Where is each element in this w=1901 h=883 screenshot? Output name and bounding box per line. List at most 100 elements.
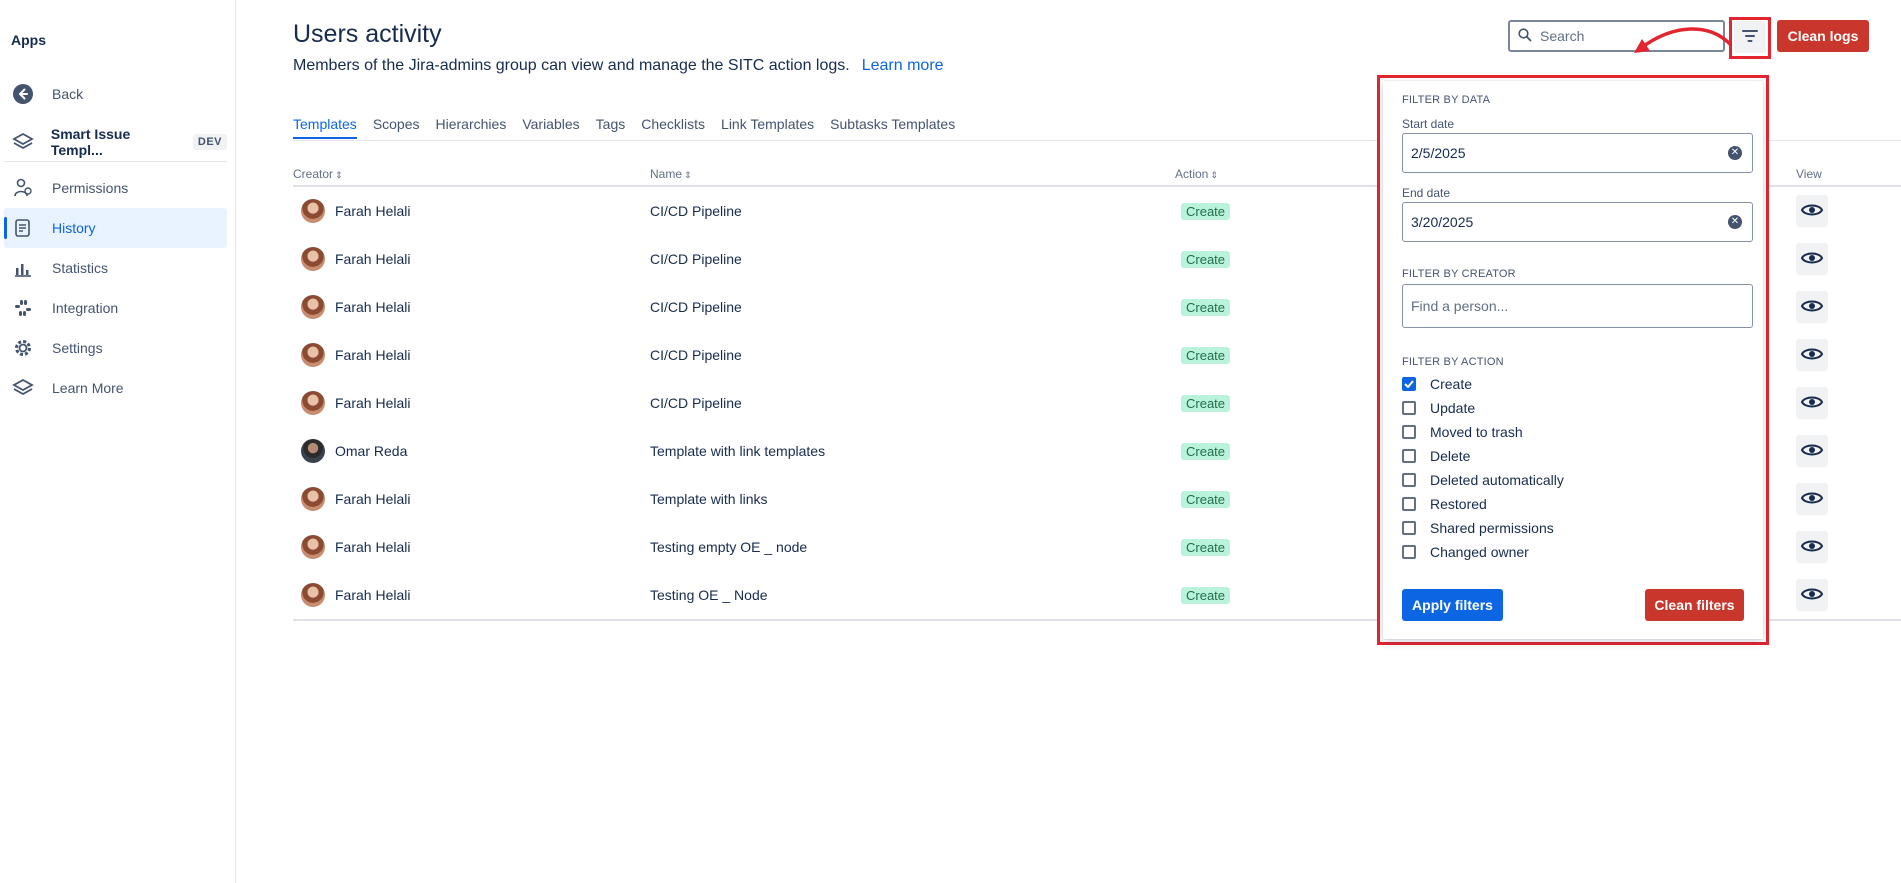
creator-cell: Farah Helali [301, 283, 410, 331]
tab-subtasks-templates[interactable]: Subtasks Templates [830, 116, 955, 138]
name-cell: CI/CD Pipeline [650, 395, 742, 411]
gear-icon [12, 336, 42, 360]
creator-cell: Farah Helali [301, 523, 410, 571]
clear-start-date-icon[interactable]: ✕ [1728, 146, 1742, 160]
action-filter-option[interactable]: Delete [1402, 446, 1470, 466]
creator-name: Farah Helali [335, 203, 411, 219]
action-filter-option[interactable]: Deleted automatically [1402, 470, 1564, 490]
creator-name: Farah Helali [335, 251, 411, 267]
learn-more-link[interactable]: Learn more [862, 57, 944, 74]
column-header-action[interactable]: Action ⇕ [1175, 167, 1218, 181]
permissions-icon [12, 176, 42, 200]
avatar [301, 343, 325, 367]
checkbox-label: Shared permissions [1430, 520, 1554, 536]
checkbox[interactable] [1402, 545, 1416, 559]
action-filter-option[interactable]: Moved to trash [1402, 422, 1523, 442]
checkbox[interactable] [1402, 425, 1416, 439]
dev-badge: DEV [192, 134, 227, 150]
action-badge: Create [1181, 490, 1231, 508]
creator-cell: Farah Helali [301, 331, 410, 379]
action-cell: Create [1181, 571, 1231, 619]
column-header-view: View [1796, 167, 1822, 181]
apps-title: Apps [11, 32, 46, 48]
view-button[interactable] [1796, 579, 1828, 611]
avatar [301, 535, 325, 559]
checkbox[interactable] [1402, 401, 1416, 415]
column-header-creator[interactable]: Creator ⇕ [293, 167, 343, 181]
sort-icon: ⇕ [1210, 170, 1218, 180]
start-date-value: 2/5/2025 [1411, 145, 1466, 161]
eye-icon [1800, 490, 1824, 509]
tab-bar: Templates Scopes Hierarchies Variables T… [293, 116, 955, 139]
name-cell: CI/CD Pipeline [650, 299, 742, 315]
back-button[interactable]: Back [4, 74, 227, 114]
tab-templates[interactable]: Templates [293, 116, 357, 139]
avatar [301, 199, 325, 223]
sidebar: Apps Back Smart Issue Templ... DEV Permi… [0, 0, 236, 883]
tab-hierarchies[interactable]: Hierarchies [436, 116, 507, 138]
column-header-label: Name [650, 167, 683, 181]
tab-tags[interactable]: Tags [596, 116, 626, 138]
checkbox-label: Create [1430, 376, 1473, 392]
sidebar-item-history[interactable]: History [4, 208, 227, 248]
sort-icon: ⇕ [684, 170, 692, 180]
column-header-label: Action [1175, 167, 1209, 181]
checkbox[interactable] [1402, 497, 1416, 511]
action-filter-option[interactable]: Update [1402, 398, 1475, 418]
start-date-field[interactable]: 2/5/2025 ✕ [1402, 133, 1753, 173]
view-button[interactable] [1796, 435, 1828, 467]
tab-checklists[interactable]: Checklists [641, 116, 705, 138]
action-badge: Create [1181, 442, 1231, 460]
view-button[interactable] [1796, 339, 1828, 371]
sidebar-item-integration[interactable]: Integration [4, 288, 227, 328]
column-header-name[interactable]: Name ⇕ [650, 167, 692, 181]
name-cell: CI/CD Pipeline [650, 347, 742, 363]
view-button[interactable] [1796, 243, 1828, 275]
eye-icon [1800, 442, 1824, 461]
end-date-field[interactable]: 3/20/2025 ✕ [1402, 202, 1753, 242]
sidebar-item-settings[interactable]: Settings [4, 328, 227, 368]
sidebar-item-label: Permissions [52, 180, 129, 196]
view-button[interactable] [1796, 483, 1828, 515]
view-button[interactable] [1796, 531, 1828, 563]
tab-link-templates[interactable]: Link Templates [721, 116, 814, 138]
search-placeholder: Search [1540, 28, 1585, 44]
back-arrow-icon [12, 82, 42, 106]
eye-icon [1800, 298, 1824, 317]
action-cell: Create [1181, 235, 1231, 283]
action-filter-option[interactable]: Create [1402, 374, 1472, 394]
checkbox[interactable] [1402, 449, 1416, 463]
sidebar-item-label: Integration [52, 300, 119, 316]
creator-cell: Farah Helali [301, 571, 410, 619]
action-badge: Create [1181, 538, 1231, 556]
checkbox[interactable] [1402, 377, 1416, 391]
sidebar-item-learn-more[interactable]: Learn More [4, 368, 227, 408]
checkbox[interactable] [1402, 521, 1416, 535]
name-cell: Template with link templates [650, 443, 826, 459]
creator-search-field[interactable]: Find a person... [1402, 284, 1753, 328]
end-date-value: 3/20/2025 [1411, 214, 1474, 230]
clean-logs-button[interactable]: Clean logs [1777, 20, 1869, 52]
view-button[interactable] [1796, 387, 1828, 419]
action-filter-option[interactable]: Shared permissions [1402, 518, 1554, 538]
view-button[interactable] [1796, 291, 1828, 323]
eye-icon [1800, 538, 1824, 557]
view-button[interactable] [1796, 195, 1828, 227]
checkbox[interactable] [1402, 473, 1416, 487]
clean-filters-button[interactable]: Clean filters [1645, 589, 1744, 621]
action-badge: Create [1181, 202, 1231, 220]
sidebar-item-permissions[interactable]: Permissions [4, 168, 227, 208]
action-filter-option[interactable]: Changed owner [1402, 542, 1529, 562]
tab-variables[interactable]: Variables [522, 116, 579, 138]
app-name: Smart Issue Templ... [50, 126, 131, 158]
action-filter-option[interactable]: Restored [1402, 494, 1487, 514]
apply-filters-button[interactable]: Apply filters [1402, 589, 1503, 621]
app-header[interactable]: Smart Issue Templ... DEV [4, 122, 227, 162]
learn-more-icon [12, 376, 42, 400]
tab-scopes[interactable]: Scopes [373, 116, 420, 138]
creator-name: Farah Helali [335, 347, 411, 363]
sidebar-item-statistics[interactable]: Statistics [4, 248, 227, 288]
avatar [301, 439, 325, 463]
clear-end-date-icon[interactable]: ✕ [1728, 215, 1742, 229]
sort-icon: ⇕ [335, 170, 343, 180]
